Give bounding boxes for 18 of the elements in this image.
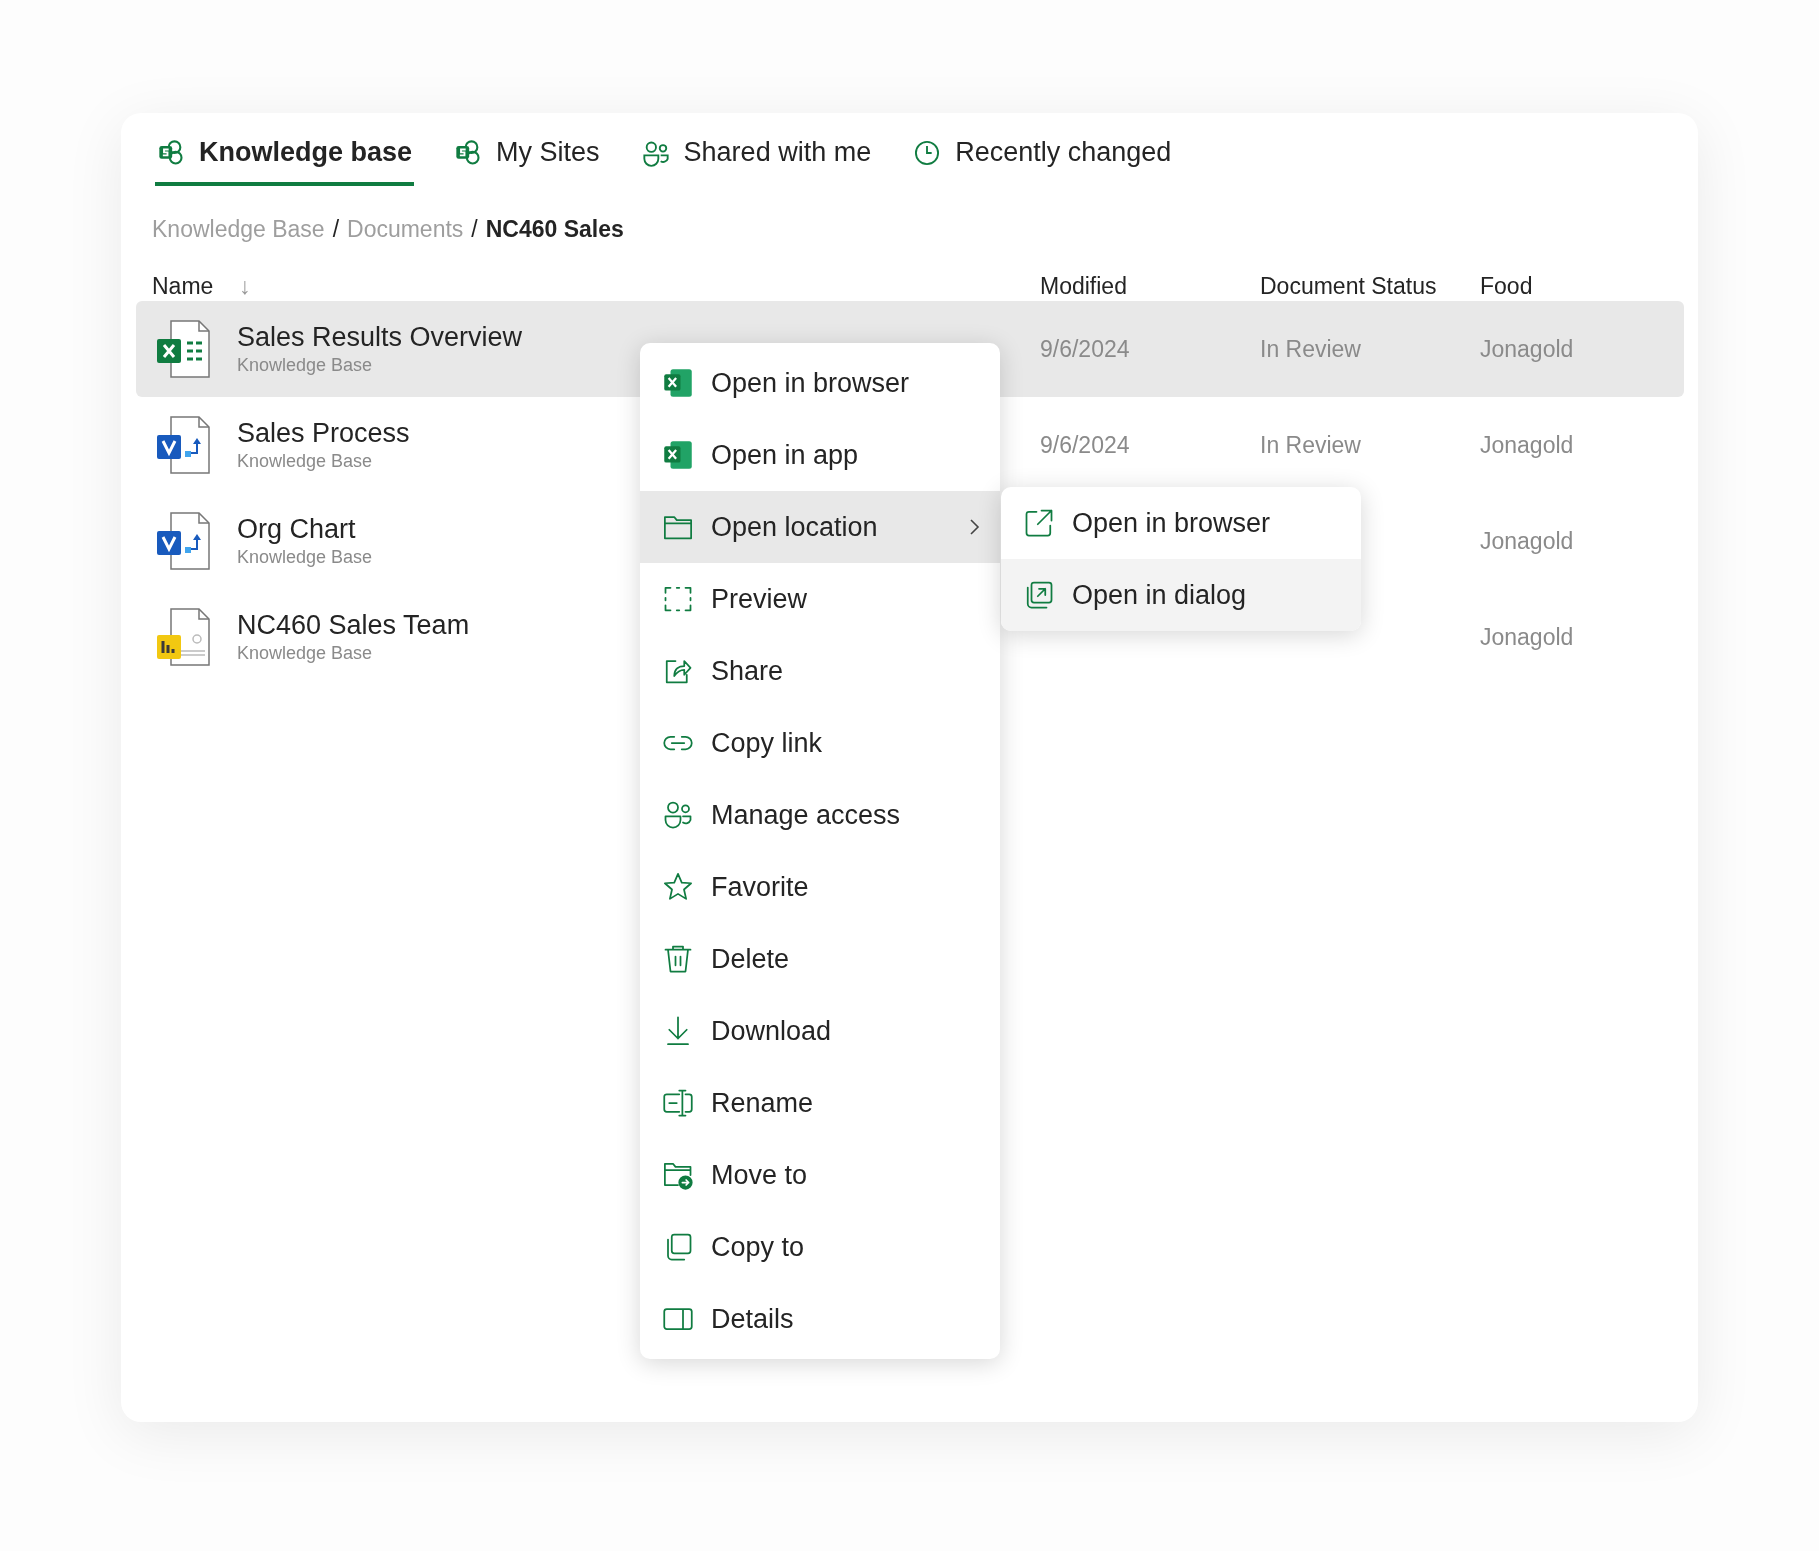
breadcrumb-separator: / bbox=[332, 216, 339, 243]
file-name: Sales Process bbox=[237, 418, 410, 449]
file-name: NC460 Sales Team bbox=[237, 610, 470, 641]
file-name: Org Chart bbox=[237, 514, 356, 545]
file-location: Knowledge Base bbox=[237, 547, 373, 568]
food-value: Jonagold bbox=[1480, 623, 1574, 651]
file-location: Knowledge Base bbox=[237, 643, 373, 664]
file-location: Knowledge Base bbox=[237, 355, 373, 376]
breadcrumb-separator: / bbox=[471, 216, 478, 243]
file-location: Knowledge Base bbox=[237, 451, 373, 472]
document-status: In Review bbox=[1260, 431, 1361, 459]
modified-date: 9/6/2024 bbox=[1040, 431, 1130, 459]
food-value: Jonagold bbox=[1480, 527, 1574, 555]
file-name: Sales Results Overview bbox=[237, 322, 523, 353]
modified-date: 9/6/2024 bbox=[1040, 335, 1130, 363]
food-value: Jonagold bbox=[1480, 431, 1574, 459]
food-value: Jonagold bbox=[1480, 335, 1574, 363]
document-status: In Review bbox=[1260, 335, 1361, 363]
